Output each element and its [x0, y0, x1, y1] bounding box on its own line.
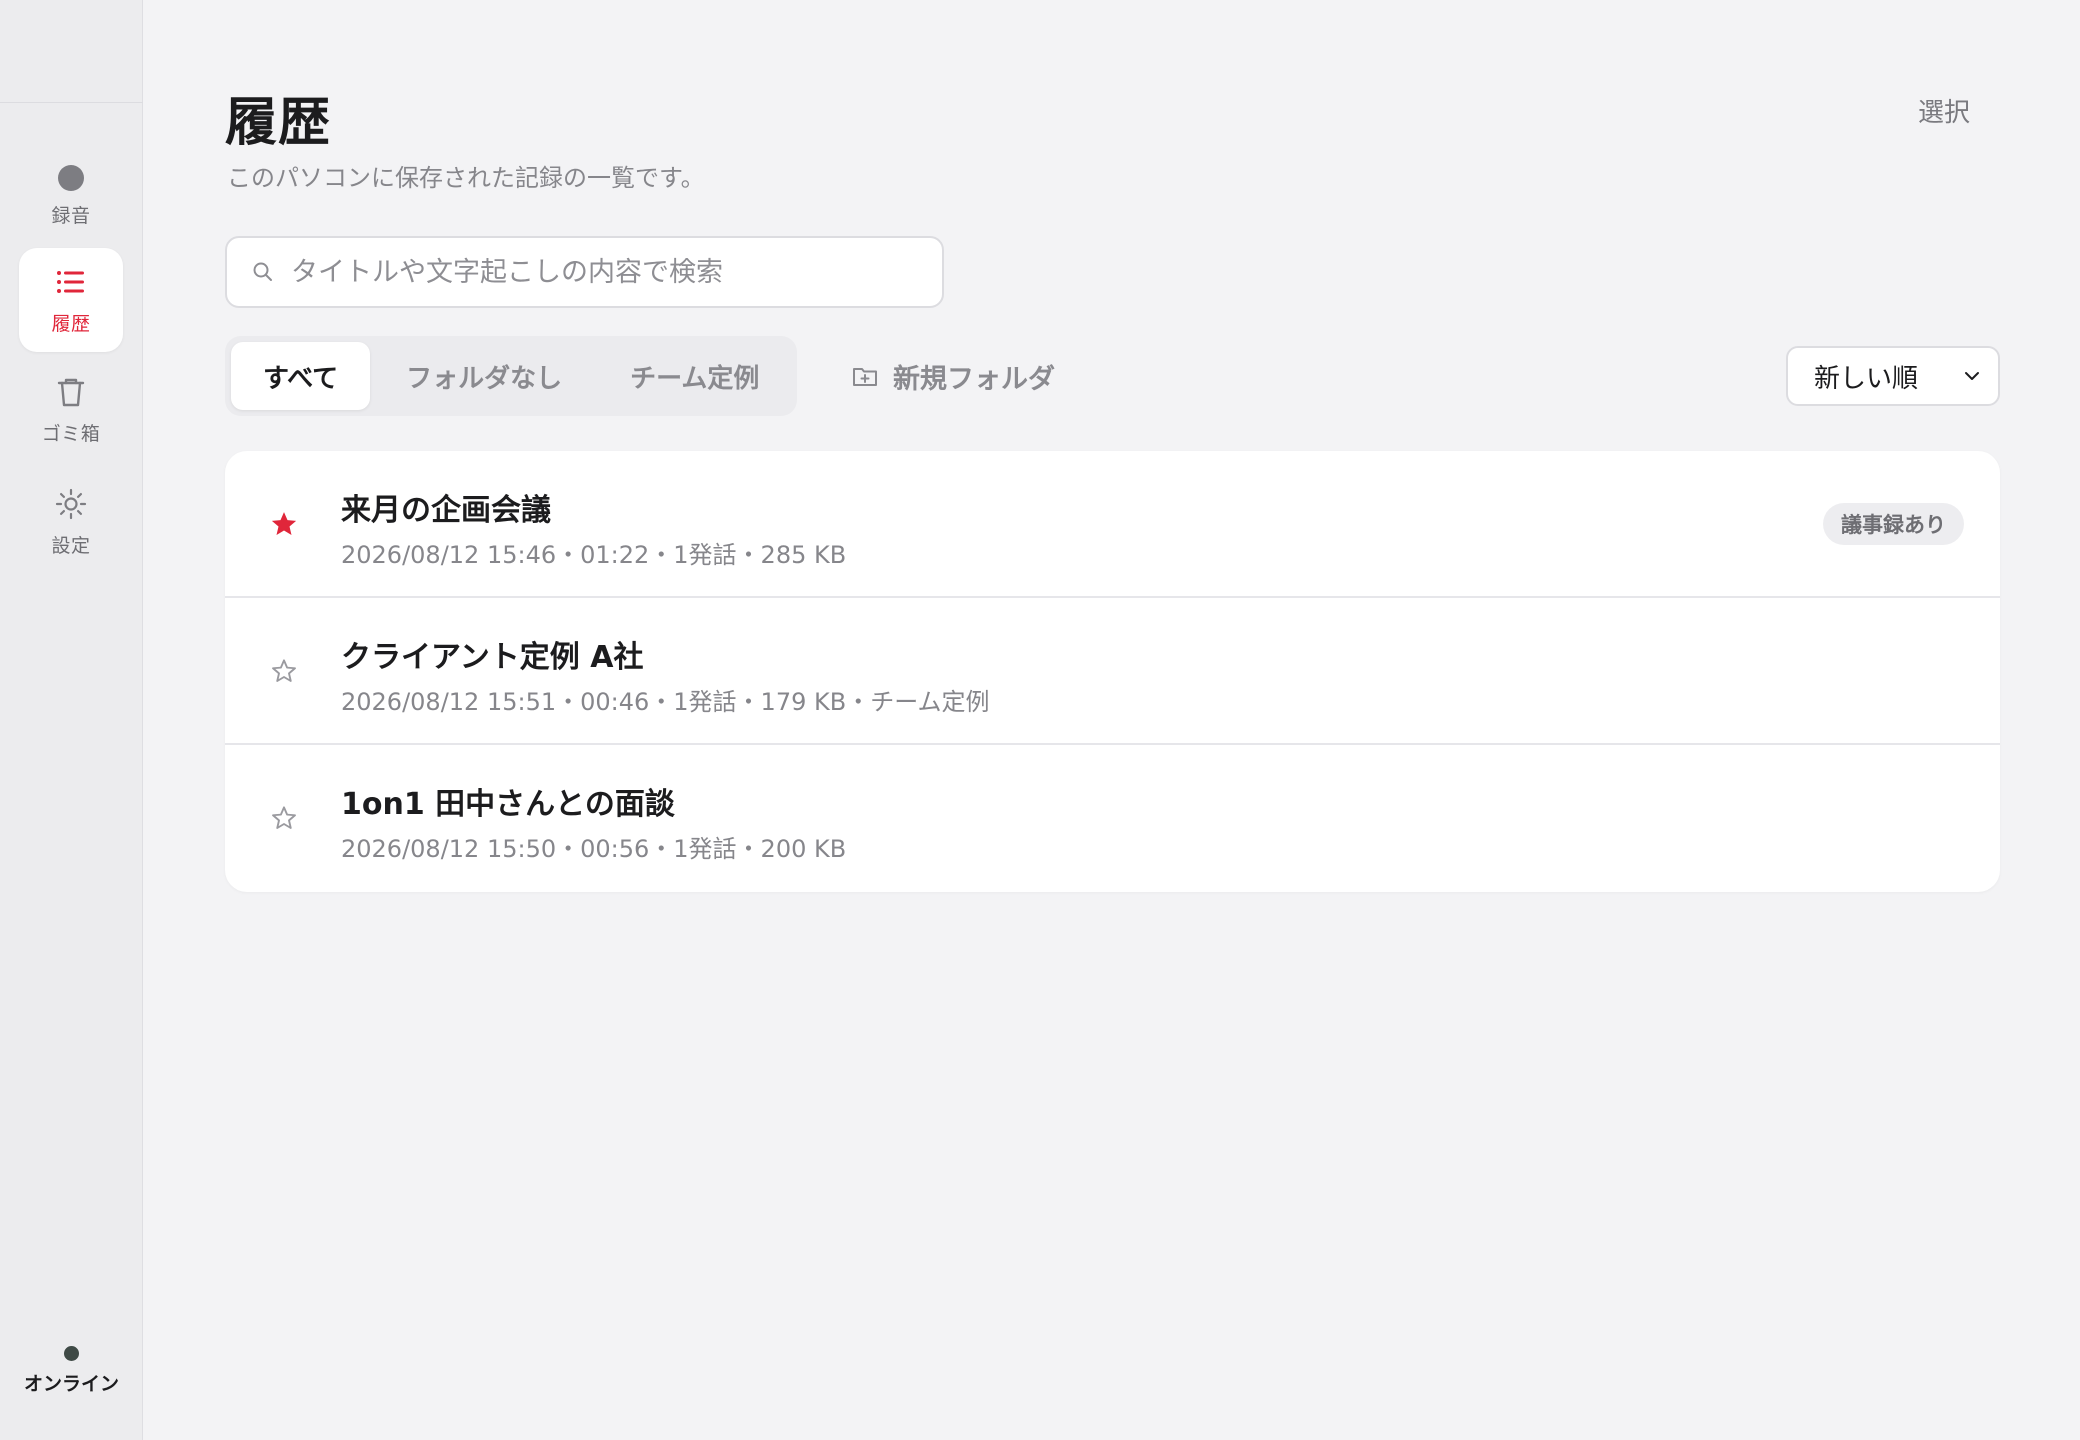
sidebar-item-label: 録音 [51, 204, 91, 227]
search-input[interactable] [291, 256, 942, 288]
page-title: 履歴 [225, 93, 332, 153]
sidebar-divider [0, 102, 143, 103]
status-label: オンライン [23, 1373, 119, 1395]
sidebar-item-label: 履歴 [51, 312, 91, 335]
sidebar: 録音 履歴 ゴミ箱 設定 オンライン [0, 0, 143, 1440]
status-dot-icon [64, 1346, 79, 1361]
sidebar-item-label: ゴミ箱 [41, 422, 101, 445]
minutes-badge: 議事録あり [1823, 503, 1964, 545]
trash-icon [57, 378, 85, 406]
record-dot-icon [58, 164, 84, 191]
star-outline-icon[interactable] [269, 656, 299, 686]
sidebar-item-settings[interactable]: 設定 [19, 470, 123, 574]
record-meta: 2026/08/12 15:50・00:56・1発話・200 KB [341, 835, 847, 863]
chevron-down-icon [1965, 372, 1979, 380]
connection-status: オンライン [0, 1346, 143, 1396]
sidebar-item-label: 設定 [51, 534, 91, 557]
tab-all[interactable]: すべて [231, 342, 371, 410]
tab-team-meeting[interactable]: チーム定例 [598, 342, 791, 410]
search-box[interactable] [225, 236, 944, 308]
select-button[interactable]: 選択 [1918, 92, 1970, 129]
sort-selected-value: 新しい順 [1814, 363, 1919, 394]
record-title: 来月の企画会議 [341, 493, 551, 528]
sidebar-item-history[interactable]: 履歴 [19, 248, 123, 352]
record-meta: 2026/08/12 15:51・00:46・1発話・179 KB・チーム定例 [341, 688, 990, 716]
folder-plus-icon [853, 368, 877, 386]
sort-select[interactable]: 新しい順 [1786, 346, 2000, 406]
gear-icon [55, 488, 87, 519]
list-item[interactable]: 来月の企画会議 2026/08/12 15:46・01:22・1発話・285 K… [225, 451, 2000, 598]
tab-no-folder[interactable]: フォルダなし [374, 342, 594, 410]
record-title: クライアント定例 A社 [341, 640, 644, 675]
sidebar-item-trash[interactable]: ゴミ箱 [19, 358, 123, 462]
page-subtitle: このパソコンに保存された記録の一覧です。 [227, 164, 705, 192]
star-outline-icon[interactable] [269, 803, 299, 833]
list-icon [57, 270, 84, 293]
main-content: 履歴 このパソコンに保存された記録の一覧です。 選択 すべて フォルダなし チー… [143, 0, 2080, 1440]
folder-tabs: すべて フォルダなし チーム定例 [225, 336, 798, 416]
record-title: 1on1 田中さんとの面談 [341, 787, 675, 822]
app-window: 録音 履歴 ゴミ箱 設定 オンライン 履歴 このパソコンに保存された記録の一覧で… [0, 0, 2080, 1440]
list-item[interactable]: クライアント定例 A社 2026/08/12 15:51・00:46・1発話・1… [225, 598, 2000, 745]
star-filled-icon[interactable] [269, 509, 299, 539]
record-list: 来月の企画会議 2026/08/12 15:46・01:22・1発話・285 K… [225, 451, 2000, 892]
sidebar-item-record[interactable]: 録音 [19, 144, 123, 248]
new-folder-button[interactable]: 新規フォルダ [851, 356, 1055, 396]
record-meta: 2026/08/12 15:46・01:22・1発話・285 KB [341, 541, 847, 569]
search-icon [253, 262, 272, 281]
new-folder-label: 新規フォルダ [893, 363, 1055, 395]
list-item[interactable]: 1on1 田中さんとの面談 2026/08/12 15:50・00:56・1発話… [225, 745, 2000, 892]
